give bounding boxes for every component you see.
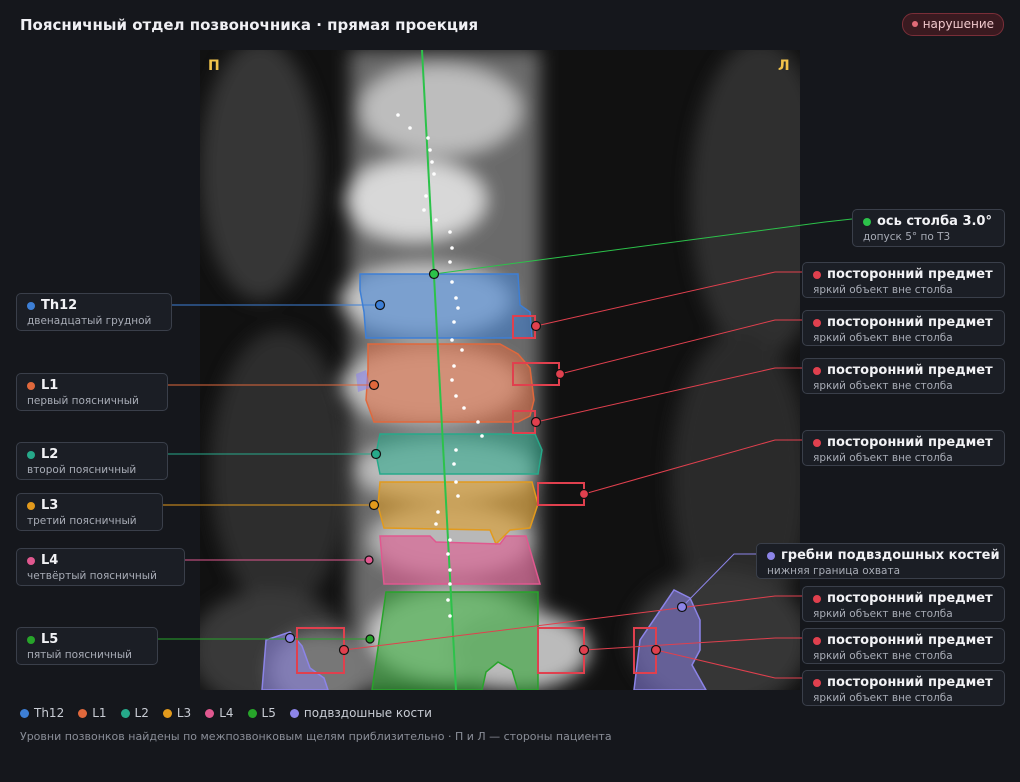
- vertebra-sub: четвёртый поясничный: [27, 570, 157, 582]
- th12-dot-icon: [27, 301, 35, 310]
- axis-label: ось столба 3.0°: [877, 214, 992, 229]
- legend-item-iliac[interactable]: подвздошные кости: [289, 706, 432, 720]
- vertebra-label: L5: [41, 632, 59, 647]
- vertebra-label: L3: [41, 498, 59, 513]
- foreign-label: посторонний предмет: [827, 591, 993, 606]
- status-badge: нарушение: [901, 13, 1004, 36]
- foreign-sub: яркий объект вне столба: [813, 332, 953, 344]
- l2-dot-icon: [27, 450, 35, 459]
- iliac-sub: нижняя граница охвата: [767, 565, 901, 577]
- foreign-dot-icon: [813, 270, 821, 279]
- vertebra-card-l1[interactable]: L1 первый поясничный: [16, 373, 168, 411]
- vertebra-label: Th12: [41, 298, 78, 313]
- l4-dot-icon: [205, 708, 215, 718]
- axis-sub: допуск 5° по Т3: [863, 231, 951, 243]
- xray-canvas: [200, 50, 800, 690]
- foreign-sub: яркий объект вне столба: [813, 650, 953, 662]
- foreign-label: посторонний предмет: [827, 675, 993, 690]
- vertebra-card-l4[interactable]: L4 четвёртый поясничный: [16, 548, 185, 586]
- l1-dot-icon: [27, 381, 35, 390]
- axis-card[interactable]: ось столба 3.0° допуск 5° по Т3: [852, 209, 1005, 247]
- legend-item-th12[interactable]: Th12: [20, 706, 64, 720]
- vertebra-sub: двенадцатый грудной: [27, 315, 152, 327]
- l4-dot-icon: [27, 556, 35, 565]
- xray-image[interactable]: [200, 50, 800, 690]
- legend-label: L2: [134, 706, 149, 720]
- foreign-sub: яркий объект вне столба: [813, 692, 953, 704]
- alert-dot-icon: [911, 21, 918, 27]
- vertebra-sub: второй поясничный: [27, 464, 137, 476]
- patient-right-marker: П: [208, 58, 220, 74]
- vertebra-card-l2[interactable]: L2 второй поясничный: [16, 442, 168, 480]
- legend-item-l1[interactable]: L1: [78, 706, 107, 720]
- vertebra-label: L4: [41, 553, 59, 568]
- l2-dot-icon: [120, 708, 130, 718]
- l3-dot-icon: [162, 708, 172, 718]
- iliac-card[interactable]: гребни подвздошных костей нижняя граница…: [756, 543, 1005, 579]
- iliac-dot-icon: [289, 708, 299, 718]
- foreign-object-card[interactable]: посторонний предмет яркий объект вне сто…: [802, 670, 1005, 706]
- page-title: Поясничный отдел позвоночника · прямая п…: [20, 16, 479, 34]
- foreign-object-card[interactable]: посторонний предмет яркий объект вне сто…: [802, 310, 1005, 346]
- foreign-sub: яркий объект вне столба: [813, 452, 953, 464]
- legend-item-l2[interactable]: L2: [120, 706, 149, 720]
- legend-label: подвздошные кости: [303, 706, 432, 720]
- foreign-label: посторонний предмет: [827, 633, 993, 648]
- l5-dot-icon: [247, 708, 257, 718]
- l1-dot-icon: [78, 708, 88, 718]
- legend-label: L5: [261, 706, 276, 720]
- foreign-dot-icon: [813, 594, 821, 603]
- legend-item-l3[interactable]: L3: [162, 706, 192, 720]
- vertebra-label: L2: [41, 447, 59, 462]
- foreign-label: посторонний предмет: [827, 363, 993, 378]
- foreign-sub: яркий объект вне столба: [813, 284, 953, 296]
- vertebra-card-th12[interactable]: Th12 двенадцатый грудной: [16, 293, 172, 331]
- vertebra-l1-mask: [365, 343, 535, 423]
- l3-dot-icon: [27, 501, 35, 510]
- foreign-dot-icon: [813, 366, 821, 375]
- vertebra-th12-mask: [359, 273, 533, 339]
- foreign-dot-icon: [813, 318, 821, 327]
- vertebra-sub: первый поясничный: [27, 395, 139, 407]
- legend-label: L1: [92, 706, 107, 720]
- vertebra-card-l5[interactable]: L5 пятый поясничный: [16, 627, 158, 665]
- vertebra-l4-mask: [379, 535, 541, 585]
- iliac-label: гребни подвздошных костей: [781, 548, 1000, 563]
- foreign-label: посторонний предмет: [827, 435, 993, 450]
- legend-label: L4: [219, 706, 234, 720]
- status-badge-label: нарушение: [922, 17, 994, 31]
- legend-item-l5[interactable]: L5: [247, 706, 276, 720]
- foreign-label: посторонний предмет: [827, 267, 993, 282]
- foreign-sub: яркий объект вне столба: [813, 608, 953, 620]
- foreign-dot-icon: [813, 438, 821, 447]
- legend: Th12 L1 L2 L3 L4 L5 подвздошные кости: [20, 706, 432, 720]
- iliac-dot-icon: [767, 551, 775, 560]
- foreign-object-card[interactable]: посторонний предмет яркий объект вне сто…: [802, 430, 1005, 466]
- foreign-dot-icon: [813, 678, 821, 687]
- foreign-object-card[interactable]: посторонний предмет яркий объект вне сто…: [802, 358, 1005, 394]
- vertebra-label: L1: [41, 378, 59, 393]
- vertebra-l2-mask: [375, 433, 543, 475]
- th12-dot-icon: [20, 708, 29, 718]
- axis-dot-icon: [863, 217, 871, 226]
- foreign-object-card[interactable]: посторонний предмет яркий объект вне сто…: [802, 628, 1005, 664]
- vertebra-sub: пятый поясничный: [27, 649, 132, 661]
- patient-left-marker: Л: [778, 58, 790, 74]
- legend-label: L3: [176, 706, 192, 720]
- foreign-object-card[interactable]: посторонний предмет яркий объект вне сто…: [802, 262, 1005, 298]
- legend-item-l4[interactable]: L4: [205, 706, 234, 720]
- foreign-dot-icon: [813, 636, 821, 645]
- foreign-object-card[interactable]: посторонний предмет яркий объект вне сто…: [802, 586, 1005, 622]
- legend-label: Th12: [34, 706, 65, 720]
- footnote: Уровни позвонков найдены по межпозвонков…: [20, 730, 612, 743]
- vertebra-sub: третий поясничный: [27, 515, 137, 527]
- foreign-sub: яркий объект вне столба: [813, 380, 953, 392]
- l5-dot-icon: [27, 635, 35, 644]
- vertebra-card-l3[interactable]: L3 третий поясничный: [16, 493, 163, 531]
- foreign-label: посторонний предмет: [827, 315, 993, 330]
